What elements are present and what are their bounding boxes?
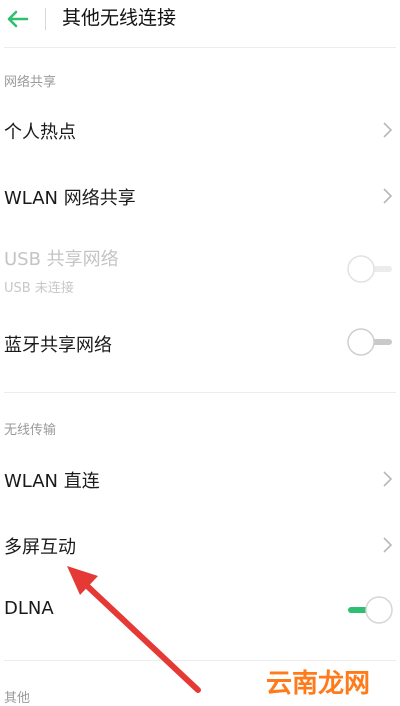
watermark-logo: 云南龙网	[266, 669, 371, 699]
header-separator	[45, 8, 46, 30]
section-header-other: 其他	[4, 691, 31, 706]
section-header-network-sharing: 网络共享	[4, 75, 57, 90]
usb-sharing-status: USB 未连接	[4, 281, 74, 296]
usb-sharing-toggle	[347, 255, 392, 283]
bluetooth-sharing-toggle[interactable]	[346, 327, 394, 357]
usb-sharing-item: USB 共享网络	[4, 249, 119, 270]
page-title: 其他无线连接	[62, 7, 177, 29]
section-divider	[4, 392, 396, 393]
dlna-toggle[interactable]	[346, 595, 394, 625]
chevron-right-icon	[383, 188, 393, 204]
chevron-right-icon	[383, 122, 393, 138]
hotspot-item[interactable]: 个人热点	[4, 118, 76, 144]
wlan-sharing-item[interactable]: WLAN 网络共享	[4, 184, 136, 210]
wlan-direct-item[interactable]: WLAN 直连	[4, 467, 100, 493]
bluetooth-sharing-item[interactable]: 蓝牙共享网络	[4, 331, 112, 357]
top-bar: 其他无线连接	[0, 0, 400, 44]
section-divider	[4, 660, 396, 661]
chevron-right-icon	[383, 537, 393, 553]
arrow-left-icon[interactable]	[4, 6, 30, 32]
section-header-wireless-transfer: 无线传输	[4, 423, 57, 438]
chevron-right-icon	[383, 471, 393, 487]
dlna-item[interactable]: DLNA	[4, 598, 54, 619]
multiscreen-item[interactable]: 多屏互动	[4, 533, 76, 559]
header-divider	[4, 47, 396, 48]
